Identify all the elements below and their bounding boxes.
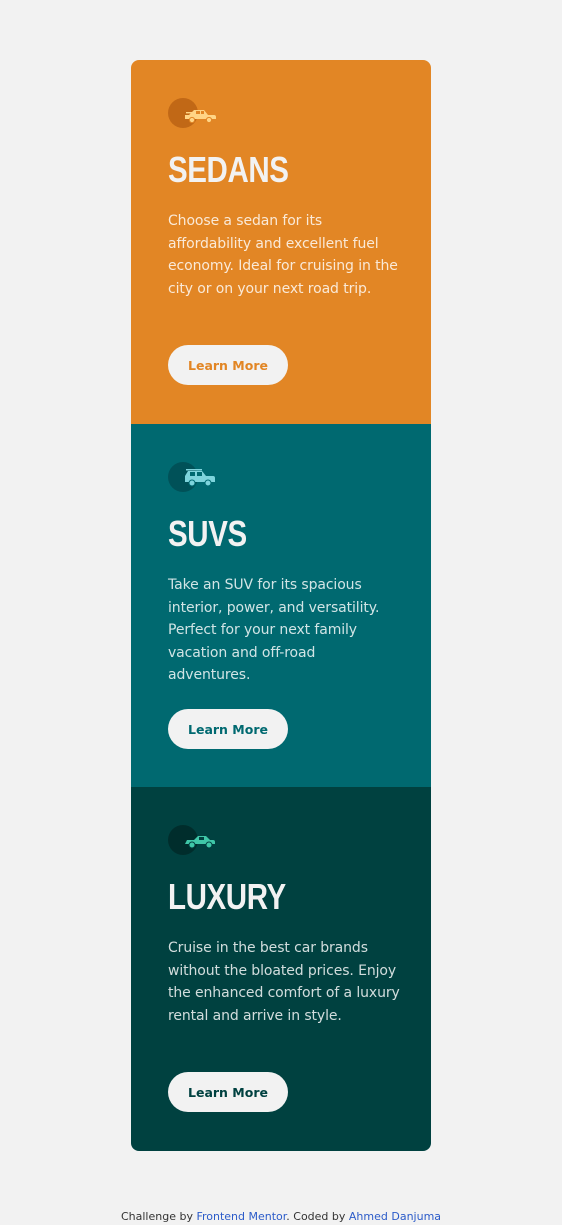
card-group: SEDANS Choose a sedan for its affordabil… [131, 60, 431, 1151]
card-sedans: SEDANS Choose a sedan for its affordabil… [131, 60, 431, 424]
card-title: LUXURY [168, 876, 286, 917]
card-title: SUVS [168, 513, 247, 554]
card-title: SEDANS [168, 149, 289, 190]
learn-more-button[interactable]: Learn More [168, 709, 288, 749]
card-description: Take an SUV for its spacious interior, p… [168, 577, 380, 683]
card-luxury: LUXURY Cruise in the best car brands wit… [131, 787, 431, 1151]
luxury-car-icon [168, 824, 218, 856]
attribution-middle: . Coded by [286, 1210, 349, 1223]
learn-more-button[interactable]: Learn More [168, 1072, 288, 1112]
author-link[interactable]: Ahmed Danjuma [349, 1210, 441, 1223]
attribution-prefix: Challenge by [120, 1210, 197, 1223]
suv-car-icon [168, 461, 218, 493]
card-description: Choose a sedan for its affordability and… [168, 213, 398, 297]
card-suvs: SUVS Take an SUV for its spacious interi… [131, 424, 431, 787]
sedan-car-icon [168, 97, 218, 129]
frontend-mentor-link[interactable]: Frontend Mentor [196, 1210, 286, 1223]
learn-more-button[interactable]: Learn More [168, 345, 288, 385]
card-description: Cruise in the best car brands without th… [168, 940, 400, 1024]
attribution: Challenge by Frontend Mentor. Coded by A… [0, 1210, 562, 1223]
